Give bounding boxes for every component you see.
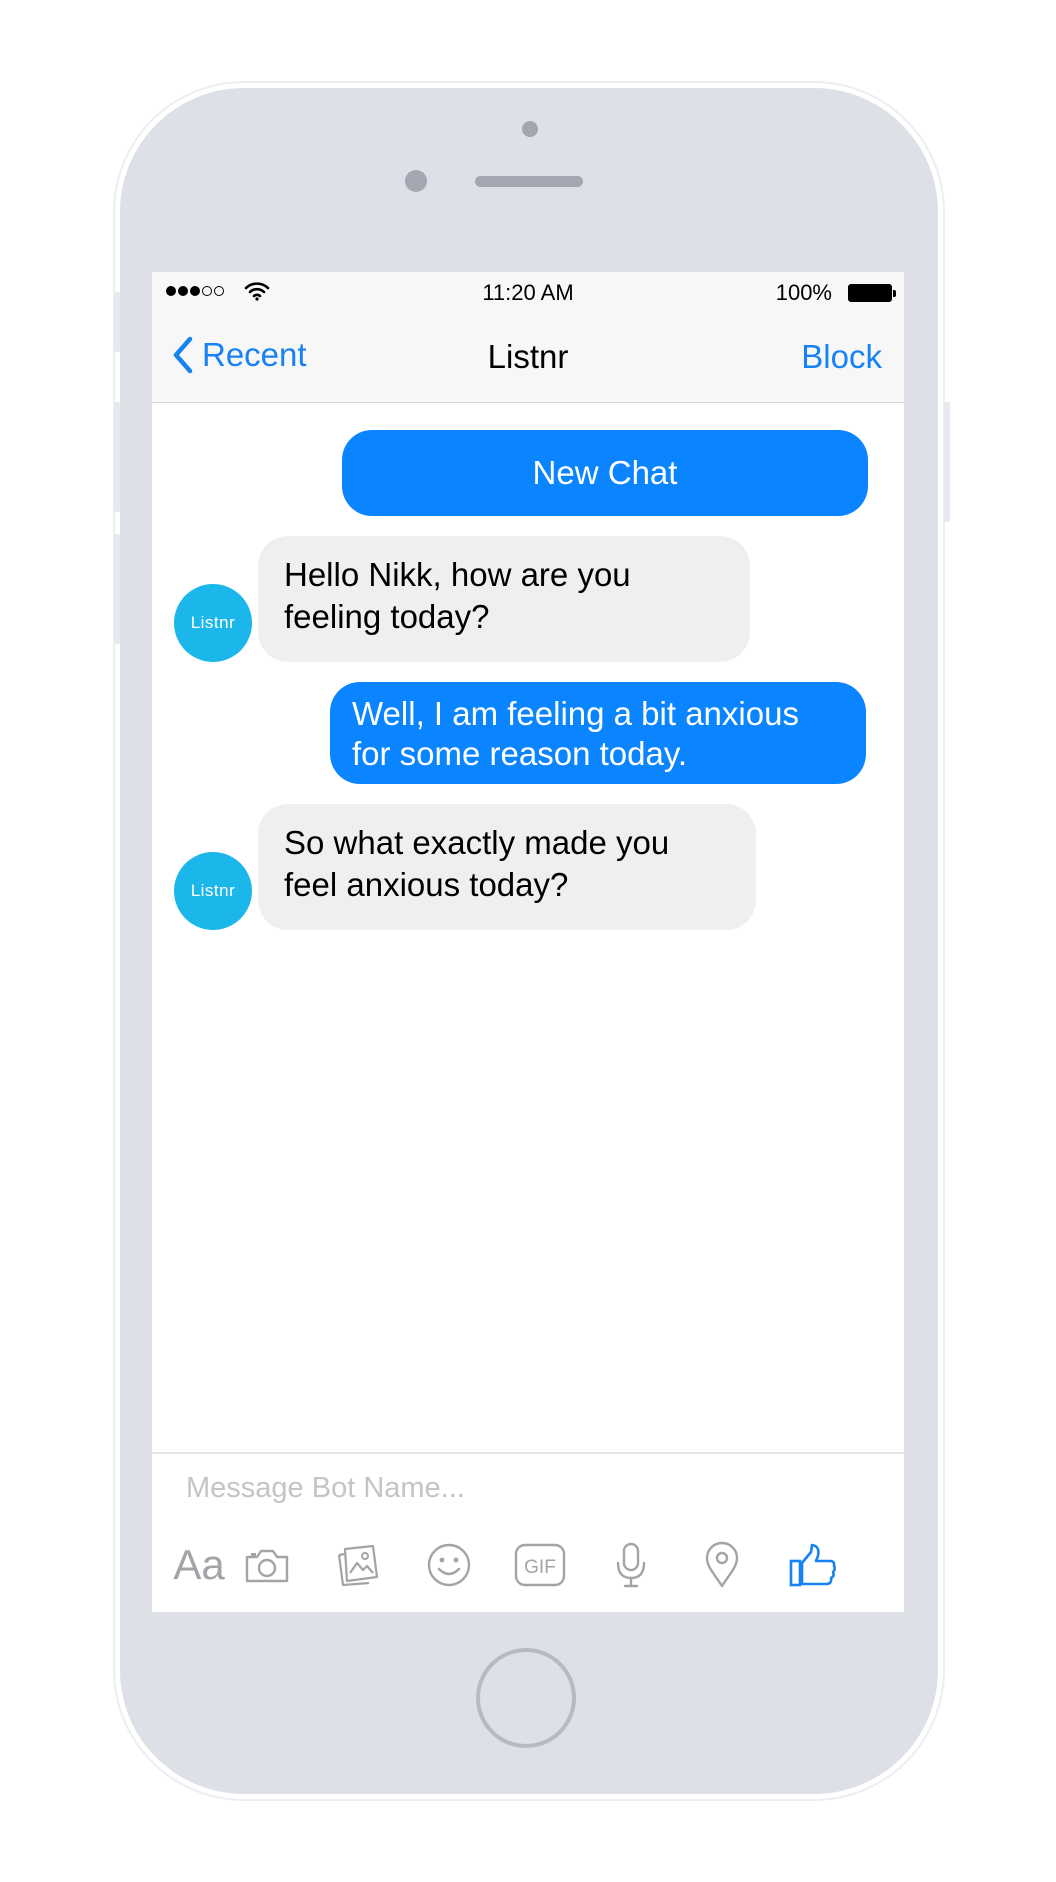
gallery-button[interactable]: [323, 1530, 393, 1600]
camera-icon: [245, 1549, 289, 1583]
message-input[interactable]: [186, 1464, 876, 1512]
bot-message: Hello Nikk, how are you feeling today?: [258, 536, 750, 662]
bot-message: So what exactly made you feel anxious to…: [258, 804, 756, 930]
screen: 11:20 AM 100% Recent Listnr Block New Ch…: [152, 272, 904, 1612]
location-button[interactable]: [687, 1530, 757, 1600]
like-button[interactable]: [778, 1530, 848, 1600]
composer-divider: [152, 1452, 904, 1454]
battery-icon: [848, 284, 896, 302]
gif-icon: GIF: [514, 1543, 566, 1587]
volume-down-button: [114, 534, 120, 644]
emoji-button[interactable]: [414, 1530, 484, 1600]
power-button: [944, 402, 950, 522]
bot-avatar: Listnr: [174, 584, 252, 662]
composer-toolbar: Aa GIF: [152, 1530, 904, 1600]
gallery-icon: [337, 1544, 379, 1587]
emoji-icon: [427, 1543, 471, 1587]
microphone-icon: [616, 1542, 646, 1588]
front-camera: [405, 170, 427, 192]
gif-label: GIF: [524, 1557, 556, 1578]
gif-button[interactable]: GIF: [505, 1530, 575, 1600]
page-title: Listnr: [487, 338, 569, 375]
earpiece-speaker: [475, 176, 583, 187]
camera-button[interactable]: [232, 1530, 302, 1600]
user-message: Well, I am feeling a bit anxious for som…: [330, 682, 866, 784]
proximity-sensor: [522, 121, 538, 137]
battery-percentage: 100%: [775, 280, 832, 305]
block-button[interactable]: Block: [801, 338, 882, 376]
text-format-button[interactable]: Aa: [164, 1530, 234, 1600]
thumbs-up-icon: [789, 1543, 837, 1587]
location-icon: [705, 1541, 739, 1588]
volume-up-button: [114, 402, 120, 512]
navigation-bar: Recent Listnr Block: [152, 312, 904, 403]
status-bar: 11:20 AM 100%: [152, 272, 904, 312]
mute-switch: [114, 292, 120, 352]
new-chat-button[interactable]: New Chat: [342, 430, 868, 516]
microphone-button[interactable]: [596, 1530, 666, 1600]
bot-avatar: Listnr: [174, 852, 252, 930]
home-button[interactable]: [476, 1648, 576, 1748]
